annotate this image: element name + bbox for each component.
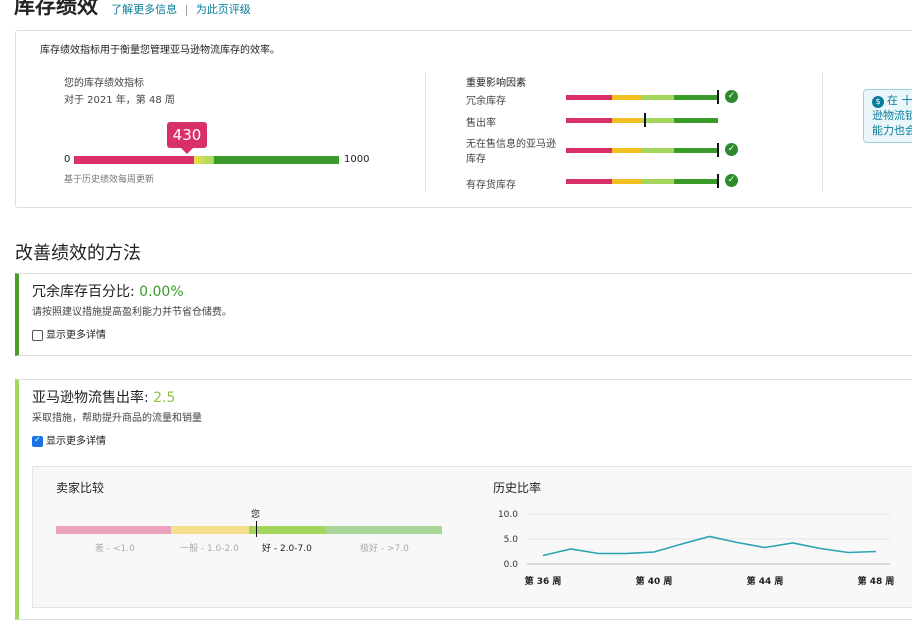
card-divider: [425, 72, 426, 192]
seller-comparison-bar: [56, 526, 442, 534]
ipi-period: 对于 2021 年，第 48 周: [64, 95, 175, 106]
page-title: 库存绩效: [14, 0, 98, 18]
you-marker: [256, 521, 257, 537]
y-tick-label: 5.0: [504, 535, 519, 545]
seller-comparison-title: 卖家比较: [56, 481, 105, 495]
improve-section-title: 改善绩效的方法: [15, 243, 141, 264]
excess-label: 冗余库存百分比:: [32, 284, 135, 300]
sellthrough-title: 亚马逊物流售出率: 2.5: [32, 387, 175, 407]
excess-desc: 请按照建议措施提高盈利能力并节省仓储费。: [32, 307, 232, 318]
header: 库存绩效 了解更多信息 | 为此页评级: [14, 0, 251, 20]
check-icon: ✓: [725, 174, 738, 187]
factor-label-instock: 有存货库存: [466, 180, 516, 191]
x-tick-label: 第 36 周: [525, 575, 562, 587]
history-line-chart: 10.0 5.0 0.0 第 36 周 第 40 周 第 44 周 第 48 周: [498, 510, 895, 587]
info-line-3: 能力也会: [872, 124, 912, 137]
dollar-icon: $: [872, 96, 884, 108]
sellthrough-show-details-toggle[interactable]: 显示更多详情: [32, 432, 106, 447]
x-tick-label: 第 48 周: [858, 575, 895, 587]
sellthrough-label: 亚马逊物流售出率:: [32, 390, 149, 406]
factors-title: 重要影响因素: [466, 78, 526, 89]
excess-value: 0.00%: [139, 284, 184, 300]
scale-min: 0: [64, 154, 71, 165]
y-tick-label: 0.0: [504, 560, 519, 570]
link-separator: |: [184, 3, 189, 16]
checkbox-unchecked[interactable]: [32, 329, 43, 341]
sellthrough-value: 2.5: [153, 390, 176, 406]
check-icon: ✓: [725, 90, 738, 103]
scale-max: 1000: [344, 154, 370, 165]
factor-label-sellthrough: 售出率: [466, 118, 496, 129]
badge-pointer: [181, 148, 193, 154]
factor-label-excess: 冗余库存: [466, 96, 506, 107]
x-tick-label: 第 40 周: [636, 575, 673, 587]
factor-bar-instock: [566, 174, 719, 188]
card-divider-right: [822, 72, 823, 192]
info-line-1: 在 十: [887, 94, 912, 107]
info-callout: $ 在 十 逊物流锁 能力也会: [863, 89, 912, 143]
factor-bar-stranded: [566, 143, 719, 157]
check-icon: ✓: [725, 143, 738, 156]
factor-bar-excess: [566, 90, 719, 104]
ipi-score-badge: 430: [167, 122, 207, 148]
excess-toggle-label: 显示更多详情: [46, 330, 106, 341]
you-marker-label: 您: [251, 510, 261, 520]
checkbox-checked[interactable]: [32, 435, 43, 447]
rate-page-link[interactable]: 为此页评级: [196, 3, 251, 16]
ipi-label: 您的库存绩效指标: [64, 78, 144, 89]
history-title: 历史比率: [493, 481, 542, 495]
sellthrough-toggle-label: 显示更多详情: [46, 436, 106, 447]
factor-label-stranded: 无在售信息的亚马逊库存: [466, 139, 556, 165]
y-tick-label: 10.0: [498, 510, 518, 520]
sellthrough-desc: 采取措施，帮助提升商品的流量和销量: [32, 413, 202, 424]
factor-bar-sellthrough: [566, 113, 718, 127]
card-description: 库存绩效指标用于衡量您管理亚马逊物流库存的效率。: [40, 45, 280, 56]
info-line-2: 逊物流锁: [872, 109, 912, 122]
x-tick-label: 第 44 周: [747, 575, 784, 587]
excess-title: 冗余库存百分比: 0.00%: [32, 281, 184, 301]
learn-more-link[interactable]: 了解更多信息: [111, 3, 177, 16]
excess-show-details-toggle[interactable]: 显示更多详情: [32, 326, 106, 341]
band-fair: 一般 - 1.0-2.0: [180, 544, 239, 554]
band-good: 好 - 2.0-7.0: [262, 544, 312, 554]
update-note: 基于历史绩效每周更新: [64, 175, 155, 185]
band-excellent: 极好 - >7.0: [360, 544, 409, 554]
ipi-scale-bar: [74, 156, 339, 164]
band-poor: 差 - <1.0: [95, 544, 135, 554]
